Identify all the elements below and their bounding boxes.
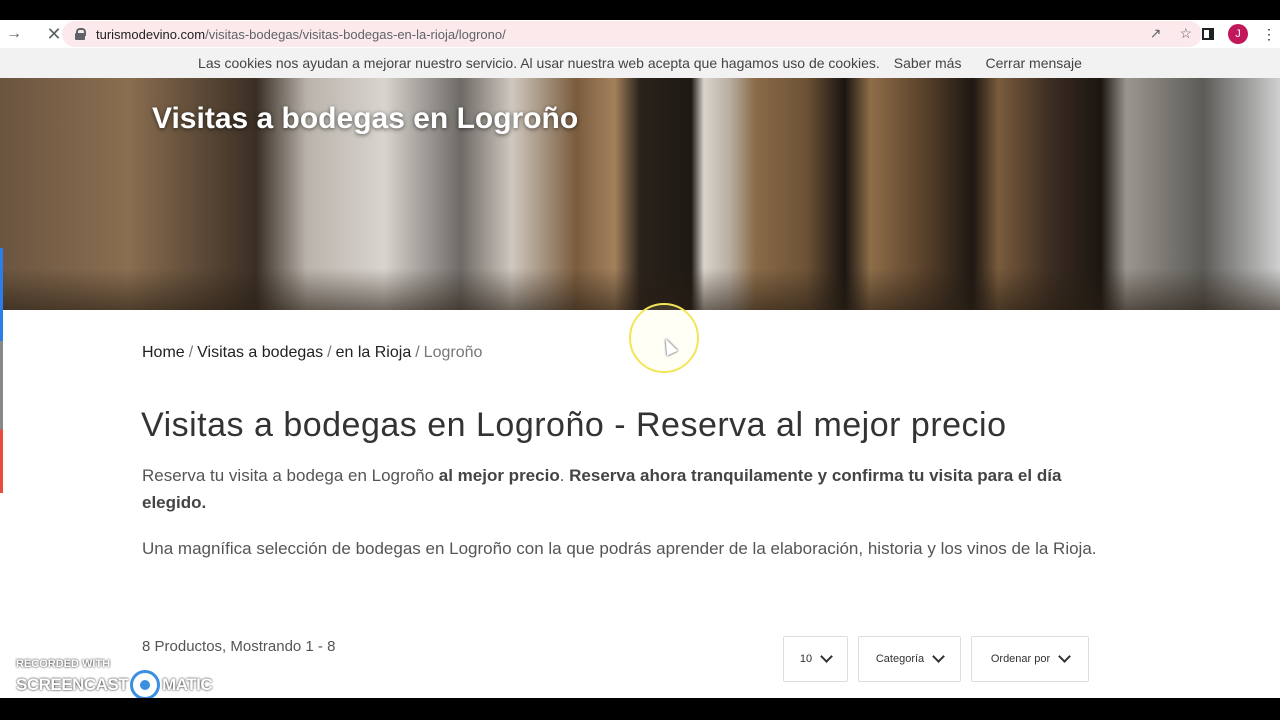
hero-title: Visitas a bodegas en Logroño [152,102,579,135]
product-count: 8 Productos, Mostrando 1 - 8 [142,638,336,655]
watermark-top-text: RECORDED WITH [16,658,111,670]
url-path: /visitas-bodegas/visitas-bodegas-en-la-r… [205,26,506,42]
cookie-more-link[interactable]: Saber más [894,55,962,71]
watermark-left-text: SCREENCAST [16,675,129,694]
breadcrumb-visitas[interactable]: Visitas a bodegas [197,344,323,361]
cookie-message: Las cookies nos ayudan a mejorar nuestro… [198,55,880,71]
side-panel-icon[interactable] [1202,28,1214,40]
address-bar[interactable]: turismodevino.com/visitas-bodegas/visita… [62,21,1202,47]
browser-toolbar: → ✕ turismodevino.com/visitas-bodegas/vi… [0,20,1280,48]
breadcrumb-separator: / [327,344,332,361]
url-host: turismodevino.com [96,26,206,42]
breadcrumb-separator: / [415,344,420,361]
watermark-right-text: MATIC [162,675,213,694]
hero-banner: Visitas a bodegas en Logroño [0,78,1280,310]
intro-dot: . [559,466,570,485]
page-title: Visitas a bodegas en Logroño - Reserva a… [141,406,1007,444]
chevron-down-icon [932,650,946,663]
web-page: Las cookies nos ayudan a mejorar nuestro… [0,48,1280,698]
breadcrumb-separator: / [188,344,194,361]
profile-avatar[interactable]: J [1228,24,1248,44]
category-select[interactable]: Categoría [858,636,961,682]
screencast-logo-icon [130,670,161,698]
breadcrumb-rioja[interactable]: en la Rioja [336,344,412,361]
order-label: Ordenar por [990,653,1051,665]
intro-text: Reserva tu visita a bodega en Logroño al… [142,462,1102,516]
description-text: Una magnífica selección de bodegas en Lo… [142,539,1097,558]
intro-bold-price: al mejor precio [438,466,560,485]
chevron-down-icon [1058,650,1072,663]
cursor-highlight-ring [629,303,699,373]
order-select[interactable]: Ordenar por [971,636,1089,682]
screencast-watermark: RECORDED WITH SCREENCAST MATIC [16,658,213,698]
cookie-close-link[interactable]: Cerrar mensaje [985,55,1081,71]
screen-bottom-bar [0,698,1280,720]
breadcrumb: Home / Visitas a bodegas / en la Rioja / Logro… [142,344,482,362]
category-label: Categoría [875,653,925,665]
breadcrumb-home[interactable]: Home [142,344,185,361]
share-icon[interactable]: ↗ [1150,25,1162,42]
chevron-down-icon [820,650,833,663]
per-page-select[interactable]: 10 [783,636,848,682]
left-edge-strip [0,248,3,493]
lock-icon[interactable] [74,28,86,40]
intro-plain: Reserva tu visita a bodega en Logroño [142,466,439,485]
forward-arrow-icon[interactable]: → [0,20,28,48]
screen-top-bar [0,0,1280,20]
breadcrumb-current: Logroño [423,344,483,361]
menu-kebab-icon[interactable]: ⋮ [1262,26,1276,43]
cookie-banner: Las cookies nos ayudan a mejorar nuestro… [0,48,1280,78]
bookmark-star-icon[interactable]: ☆ [1179,25,1192,42]
per-page-value: 10 [799,653,813,665]
